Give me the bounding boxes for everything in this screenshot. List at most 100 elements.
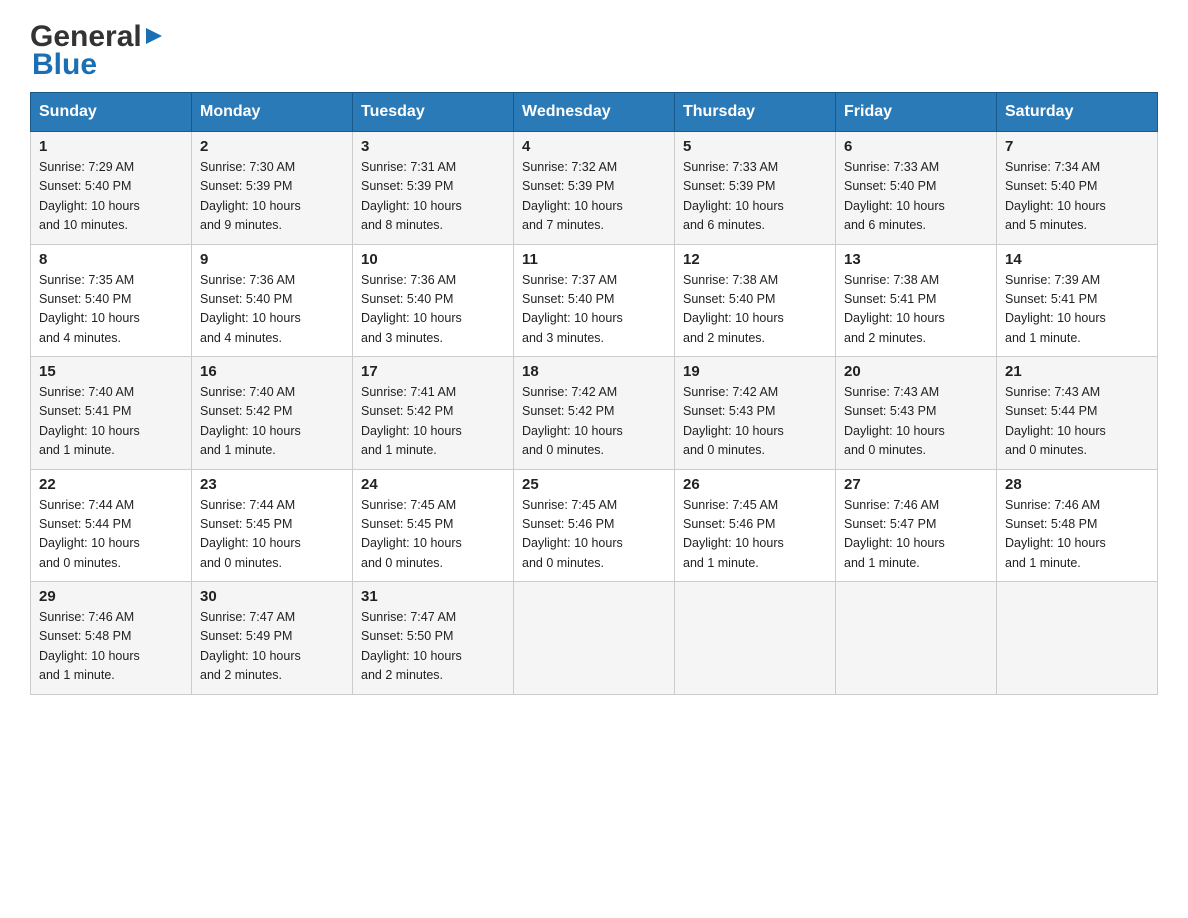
day-number: 25	[522, 476, 666, 493]
calendar-day-cell: 19 Sunrise: 7:42 AMSunset: 5:43 PMDaylig…	[675, 357, 836, 470]
day-info: Sunrise: 7:42 AMSunset: 5:42 PMDaylight:…	[522, 385, 623, 457]
day-info: Sunrise: 7:38 AMSunset: 5:40 PMDaylight:…	[683, 273, 784, 345]
calendar-table: SundayMondayTuesdayWednesdayThursdayFrid…	[30, 92, 1158, 695]
calendar-week-row: 29 Sunrise: 7:46 AMSunset: 5:48 PMDaylig…	[31, 582, 1158, 695]
logo-blue-text: Blue	[30, 48, 97, 82]
day-number: 23	[200, 476, 344, 493]
day-info: Sunrise: 7:36 AMSunset: 5:40 PMDaylight:…	[200, 273, 301, 345]
day-number: 5	[683, 138, 827, 155]
day-number: 30	[200, 588, 344, 605]
day-info: Sunrise: 7:44 AMSunset: 5:45 PMDaylight:…	[200, 498, 301, 570]
day-info: Sunrise: 7:35 AMSunset: 5:40 PMDaylight:…	[39, 273, 140, 345]
day-number: 13	[844, 251, 988, 268]
calendar-day-cell: 20 Sunrise: 7:43 AMSunset: 5:43 PMDaylig…	[836, 357, 997, 470]
day-info: Sunrise: 7:46 AMSunset: 5:48 PMDaylight:…	[39, 610, 140, 682]
calendar-day-cell: 1 Sunrise: 7:29 AMSunset: 5:40 PMDayligh…	[31, 132, 192, 245]
calendar-day-cell: 30 Sunrise: 7:47 AMSunset: 5:49 PMDaylig…	[192, 582, 353, 695]
calendar-day-cell: 25 Sunrise: 7:45 AMSunset: 5:46 PMDaylig…	[514, 469, 675, 582]
day-number: 4	[522, 138, 666, 155]
day-number: 27	[844, 476, 988, 493]
calendar-day-cell: 5 Sunrise: 7:33 AMSunset: 5:39 PMDayligh…	[675, 132, 836, 245]
day-info: Sunrise: 7:33 AMSunset: 5:40 PMDaylight:…	[844, 160, 945, 232]
day-info: Sunrise: 7:46 AMSunset: 5:47 PMDaylight:…	[844, 498, 945, 570]
calendar-day-cell: 12 Sunrise: 7:38 AMSunset: 5:40 PMDaylig…	[675, 244, 836, 357]
day-of-week-header: Thursday	[675, 93, 836, 132]
calendar-day-cell: 2 Sunrise: 7:30 AMSunset: 5:39 PMDayligh…	[192, 132, 353, 245]
calendar-day-cell: 3 Sunrise: 7:31 AMSunset: 5:39 PMDayligh…	[353, 132, 514, 245]
day-number: 20	[844, 363, 988, 380]
day-info: Sunrise: 7:32 AMSunset: 5:39 PMDaylight:…	[522, 160, 623, 232]
day-number: 8	[39, 251, 183, 268]
day-info: Sunrise: 7:38 AMSunset: 5:41 PMDaylight:…	[844, 273, 945, 345]
day-number: 14	[1005, 251, 1149, 268]
calendar-week-row: 15 Sunrise: 7:40 AMSunset: 5:41 PMDaylig…	[31, 357, 1158, 470]
calendar-day-cell: 22 Sunrise: 7:44 AMSunset: 5:44 PMDaylig…	[31, 469, 192, 582]
calendar-day-cell: 27 Sunrise: 7:46 AMSunset: 5:47 PMDaylig…	[836, 469, 997, 582]
day-info: Sunrise: 7:43 AMSunset: 5:43 PMDaylight:…	[844, 385, 945, 457]
day-number: 21	[1005, 363, 1149, 380]
calendar-day-cell: 4 Sunrise: 7:32 AMSunset: 5:39 PMDayligh…	[514, 132, 675, 245]
calendar-day-cell	[514, 582, 675, 695]
day-number: 16	[200, 363, 344, 380]
calendar-day-cell	[675, 582, 836, 695]
calendar-day-cell	[997, 582, 1158, 695]
day-of-week-header: Friday	[836, 93, 997, 132]
day-of-week-header: Wednesday	[514, 93, 675, 132]
calendar-day-cell: 9 Sunrise: 7:36 AMSunset: 5:40 PMDayligh…	[192, 244, 353, 357]
day-of-week-header: Monday	[192, 93, 353, 132]
day-info: Sunrise: 7:47 AMSunset: 5:50 PMDaylight:…	[361, 610, 462, 682]
day-info: Sunrise: 7:31 AMSunset: 5:39 PMDaylight:…	[361, 160, 462, 232]
day-of-week-header: Saturday	[997, 93, 1158, 132]
calendar-day-cell: 17 Sunrise: 7:41 AMSunset: 5:42 PMDaylig…	[353, 357, 514, 470]
day-number: 22	[39, 476, 183, 493]
calendar-day-cell: 28 Sunrise: 7:46 AMSunset: 5:48 PMDaylig…	[997, 469, 1158, 582]
day-info: Sunrise: 7:34 AMSunset: 5:40 PMDaylight:…	[1005, 160, 1106, 232]
day-info: Sunrise: 7:45 AMSunset: 5:45 PMDaylight:…	[361, 498, 462, 570]
calendar-day-cell: 31 Sunrise: 7:47 AMSunset: 5:50 PMDaylig…	[353, 582, 514, 695]
day-info: Sunrise: 7:47 AMSunset: 5:49 PMDaylight:…	[200, 610, 301, 682]
day-info: Sunrise: 7:40 AMSunset: 5:41 PMDaylight:…	[39, 385, 140, 457]
calendar-week-row: 8 Sunrise: 7:35 AMSunset: 5:40 PMDayligh…	[31, 244, 1158, 357]
logo: General Blue	[30, 20, 166, 82]
day-info: Sunrise: 7:41 AMSunset: 5:42 PMDaylight:…	[361, 385, 462, 457]
day-number: 1	[39, 138, 183, 155]
day-number: 7	[1005, 138, 1149, 155]
page-header: General Blue	[30, 20, 1158, 82]
day-number: 3	[361, 138, 505, 155]
day-info: Sunrise: 7:37 AMSunset: 5:40 PMDaylight:…	[522, 273, 623, 345]
day-of-week-header: Sunday	[31, 93, 192, 132]
calendar-day-cell: 6 Sunrise: 7:33 AMSunset: 5:40 PMDayligh…	[836, 132, 997, 245]
day-number: 12	[683, 251, 827, 268]
calendar-header-row: SundayMondayTuesdayWednesdayThursdayFrid…	[31, 93, 1158, 132]
day-number: 11	[522, 251, 666, 268]
day-info: Sunrise: 7:45 AMSunset: 5:46 PMDaylight:…	[683, 498, 784, 570]
day-number: 6	[844, 138, 988, 155]
calendar-week-row: 1 Sunrise: 7:29 AMSunset: 5:40 PMDayligh…	[31, 132, 1158, 245]
calendar-day-cell: 13 Sunrise: 7:38 AMSunset: 5:41 PMDaylig…	[836, 244, 997, 357]
day-info: Sunrise: 7:33 AMSunset: 5:39 PMDaylight:…	[683, 160, 784, 232]
calendar-day-cell: 11 Sunrise: 7:37 AMSunset: 5:40 PMDaylig…	[514, 244, 675, 357]
calendar-day-cell: 8 Sunrise: 7:35 AMSunset: 5:40 PMDayligh…	[31, 244, 192, 357]
day-info: Sunrise: 7:45 AMSunset: 5:46 PMDaylight:…	[522, 498, 623, 570]
calendar-day-cell: 24 Sunrise: 7:45 AMSunset: 5:45 PMDaylig…	[353, 469, 514, 582]
calendar-day-cell: 23 Sunrise: 7:44 AMSunset: 5:45 PMDaylig…	[192, 469, 353, 582]
day-number: 28	[1005, 476, 1149, 493]
day-info: Sunrise: 7:46 AMSunset: 5:48 PMDaylight:…	[1005, 498, 1106, 570]
calendar-day-cell: 18 Sunrise: 7:42 AMSunset: 5:42 PMDaylig…	[514, 357, 675, 470]
day-info: Sunrise: 7:39 AMSunset: 5:41 PMDaylight:…	[1005, 273, 1106, 345]
calendar-day-cell: 29 Sunrise: 7:46 AMSunset: 5:48 PMDaylig…	[31, 582, 192, 695]
calendar-day-cell	[836, 582, 997, 695]
day-info: Sunrise: 7:42 AMSunset: 5:43 PMDaylight:…	[683, 385, 784, 457]
calendar-day-cell: 16 Sunrise: 7:40 AMSunset: 5:42 PMDaylig…	[192, 357, 353, 470]
day-info: Sunrise: 7:40 AMSunset: 5:42 PMDaylight:…	[200, 385, 301, 457]
day-number: 24	[361, 476, 505, 493]
day-number: 26	[683, 476, 827, 493]
day-number: 2	[200, 138, 344, 155]
calendar-day-cell: 15 Sunrise: 7:40 AMSunset: 5:41 PMDaylig…	[31, 357, 192, 470]
calendar-week-row: 22 Sunrise: 7:44 AMSunset: 5:44 PMDaylig…	[31, 469, 1158, 582]
calendar-day-cell: 10 Sunrise: 7:36 AMSunset: 5:40 PMDaylig…	[353, 244, 514, 357]
calendar-day-cell: 14 Sunrise: 7:39 AMSunset: 5:41 PMDaylig…	[997, 244, 1158, 357]
day-number: 17	[361, 363, 505, 380]
calendar-day-cell: 26 Sunrise: 7:45 AMSunset: 5:46 PMDaylig…	[675, 469, 836, 582]
calendar-day-cell: 21 Sunrise: 7:43 AMSunset: 5:44 PMDaylig…	[997, 357, 1158, 470]
